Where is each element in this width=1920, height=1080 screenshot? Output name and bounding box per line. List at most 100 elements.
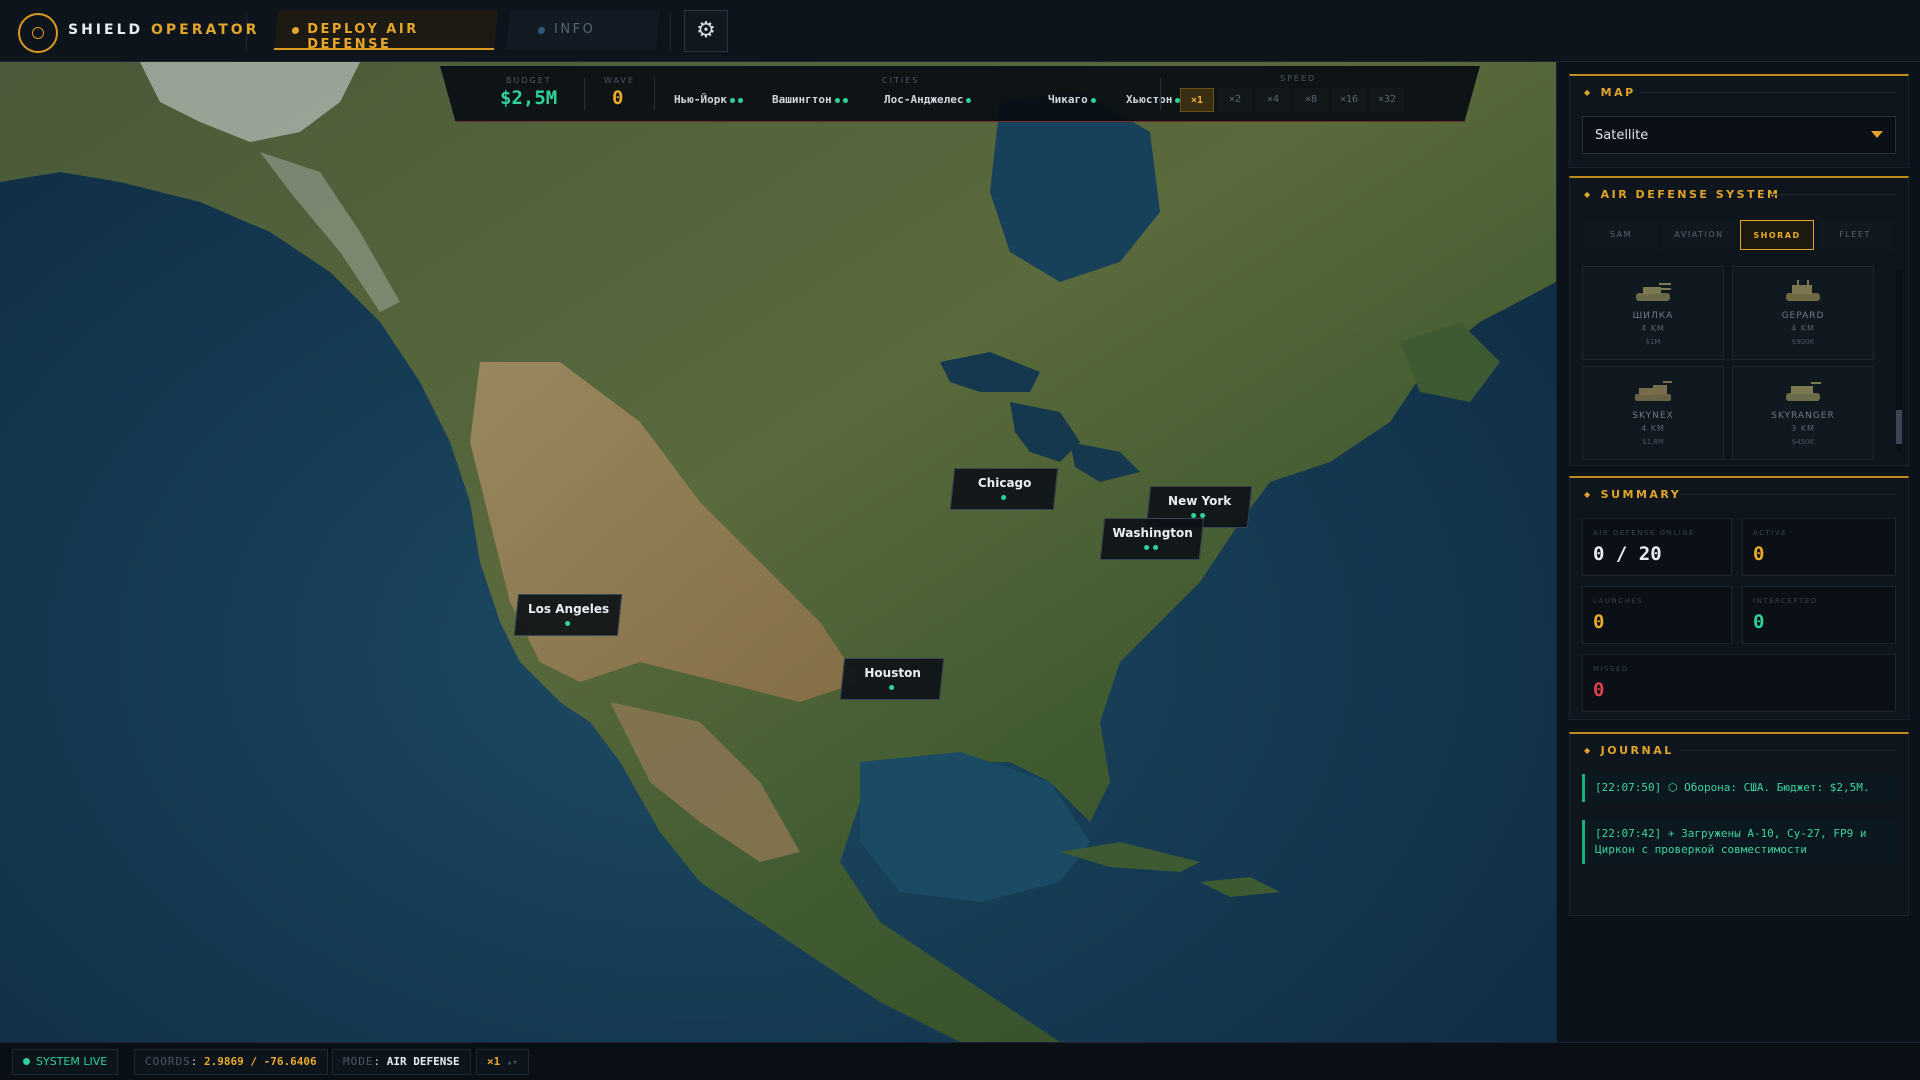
app-title-accent: OPERATOR	[151, 22, 260, 38]
city-name: New York	[1168, 494, 1232, 508]
air-defense-title: AIR DEFENSE SYSTEM	[1584, 188, 1780, 201]
city-health-dot-icon	[966, 97, 972, 103]
speed-button[interactable]: ×16	[1332, 88, 1366, 112]
divider	[1770, 194, 1896, 195]
hud-city-name: Хьюстон	[1126, 93, 1173, 106]
stat-caption: ACTIVE	[1753, 529, 1788, 537]
hud-city-name: Чикаго	[1048, 93, 1088, 106]
unit-card-gepard[interactable]: GEPARD 4 KM $900K	[1732, 266, 1874, 360]
speed-button[interactable]: ×2	[1218, 88, 1252, 112]
divider	[1680, 494, 1896, 495]
settings-button[interactable]: ⚙	[684, 10, 728, 52]
speed-button[interactable]: ×1	[1180, 88, 1214, 112]
hud-city-item: Вашингтон	[772, 93, 848, 106]
journal-entry: [22:07:50] ⬡ Оборона: США. Бюджет: $2,5M…	[1582, 774, 1896, 802]
tab-fleet[interactable]: FLEET	[1818, 220, 1892, 250]
unit-card-skynex[interactable]: SKYNEX 4 KM $1,8M	[1582, 366, 1724, 460]
stat-value: 0	[1753, 543, 1765, 565]
unit-range: 4 KM	[1641, 324, 1665, 333]
city-health	[1102, 545, 1200, 550]
stat-value: 0	[1593, 679, 1605, 701]
speed-caption: SPEED	[1280, 74, 1317, 83]
status-bar: SYSTEM LIVE COORDS: 2.9869 / -76.6406 MO…	[0, 1042, 1920, 1080]
mode-readout: MODE: AIR DEFENSE	[332, 1049, 471, 1075]
summary-title: SUMMARY	[1584, 488, 1681, 501]
deploy-button-label: DEPLOY AIR DEFENSE	[307, 22, 419, 52]
unit-price: $900K	[1791, 338, 1815, 346]
top-bar: SHIELD OPERATOR DEPLOY AIR DEFENSE INFO …	[0, 0, 1920, 62]
coords-value: 2.9869 / -76.6406	[204, 1055, 317, 1068]
unit-list-scrollbar[interactable]	[1896, 270, 1902, 452]
system-live-label: SYSTEM LIVE	[36, 1055, 108, 1068]
unit-name: SKYNEX	[1632, 411, 1674, 421]
speed-button[interactable]: ×32	[1370, 88, 1404, 112]
city-name: Houston	[864, 666, 921, 680]
map-section-title: MAP	[1584, 86, 1636, 99]
stat-caption: LAUNCHES	[1593, 597, 1644, 605]
city-marker-los-angeles[interactable]: Los Angeles	[513, 594, 623, 636]
cities-caption: CITIES	[882, 76, 920, 85]
city-marker-washington[interactable]: Washington	[1099, 518, 1205, 560]
speed-value: ×1	[487, 1055, 501, 1068]
budget-caption: BUDGET	[506, 76, 552, 85]
tab-sam[interactable]: SAM	[1584, 220, 1658, 250]
info-button[interactable]: INFO	[505, 10, 661, 50]
map-type-select[interactable]: Satellite	[1582, 116, 1896, 154]
unit-range: 3 KM	[1791, 424, 1815, 433]
unit-card-shilka[interactable]: ШИЛКА 4 KM $1M	[1582, 266, 1724, 360]
divider	[584, 78, 585, 110]
city-health-dot-icon	[842, 97, 848, 103]
city-health	[952, 495, 1054, 500]
divider	[1640, 92, 1896, 93]
stat-value: 0	[1753, 611, 1765, 633]
tab-aviation[interactable]: AVIATION	[1662, 220, 1736, 250]
unit-range: 4 KM	[1641, 424, 1665, 433]
stat-online: AIR DEFENSE ONLINE 0 / 20	[1582, 518, 1732, 576]
city-marker-chicago[interactable]: Chicago	[949, 468, 1059, 510]
tank-icon	[1786, 382, 1821, 401]
city-health-dot-icon	[729, 97, 735, 103]
hud-city-name: Вашингтон	[772, 93, 832, 106]
active-dot-icon	[291, 27, 300, 34]
stat-launches: LAUNCHES 0	[1582, 586, 1732, 644]
speed-readout[interactable]: ×1 ▴▾	[476, 1049, 529, 1075]
map-terrain	[0, 62, 1556, 1042]
unit-price: $450K	[1791, 438, 1815, 446]
tank-icon	[1635, 381, 1672, 401]
info-button-label: INFO	[554, 22, 596, 37]
map-type-value: Satellite	[1595, 128, 1649, 143]
stat-intercepted: INTERCEPTED 0	[1742, 586, 1896, 644]
stat-caption: INTERCEPTED	[1753, 597, 1818, 605]
hud-city-name: Нью-Йорк	[674, 93, 727, 106]
scrollbar-thumb[interactable]	[1896, 410, 1902, 444]
app-title-main: SHIELD	[68, 22, 144, 38]
journal-title: JOURNAL	[1584, 744, 1674, 757]
divider	[670, 12, 671, 52]
tab-shorad[interactable]: SHORAD	[1740, 220, 1814, 250]
city-marker-houston[interactable]: Houston	[839, 658, 945, 700]
unit-range: 4 KM	[1791, 324, 1815, 333]
speed-button[interactable]: ×4	[1256, 88, 1290, 112]
gear-icon: ⚙	[696, 18, 716, 43]
summary-section: SUMMARY AIR DEFENSE ONLINE 0 / 20 ACTIVE…	[1569, 476, 1909, 720]
stat-missed: MISSED 0	[1582, 654, 1896, 712]
city-name: Washington	[1112, 526, 1193, 540]
tank-icon	[1636, 283, 1671, 301]
unit-card-skyranger[interactable]: SKYRANGER 3 KM $450K	[1732, 366, 1874, 460]
unit-name: ШИЛКА	[1632, 311, 1674, 321]
control-panel: MAP Satellite AIR DEFENSE SYSTEM SAM AVI…	[1556, 62, 1920, 1042]
speed-button[interactable]: ×8	[1294, 88, 1328, 112]
city-name: Los Angeles	[528, 602, 610, 616]
air-defense-section: AIR DEFENSE SYSTEM SAM AVIATION SHORAD F…	[1569, 176, 1909, 466]
divider	[1160, 78, 1161, 110]
journal-entry: [22:07:42] ✈ Загружены A-10, Су-27, FP9 …	[1582, 820, 1896, 864]
inactive-dot-icon	[537, 27, 546, 34]
hud-city-name: Лос-Анджелес	[884, 93, 964, 106]
deploy-air-defense-button[interactable]: DEPLOY AIR DEFENSE	[273, 10, 499, 52]
satellite-map[interactable]: BUDGET $2,5M WAVE 0 CITIES Нью-Йорк Вашин…	[0, 62, 1556, 1042]
stat-active: ACTIVE 0	[1742, 518, 1896, 576]
divider	[246, 12, 247, 52]
city-health	[842, 685, 940, 690]
hud-panel: BUDGET $2,5M WAVE 0 CITIES Нью-Йорк Вашин…	[440, 66, 1480, 122]
mode-value: AIR DEFENSE	[386, 1055, 460, 1068]
